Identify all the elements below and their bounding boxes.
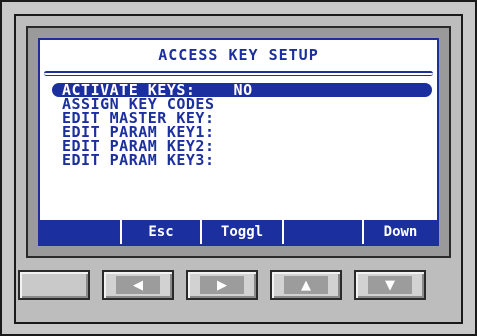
title-divider xyxy=(44,71,433,76)
left-arrow-button[interactable]: ◀ xyxy=(102,270,174,300)
hardware-blank-button[interactable] xyxy=(18,270,90,300)
lcd-frame: ACCESS KEY SETUP ACTIVATE KEYS: NO ASSIG… xyxy=(26,26,451,258)
lcd-screen: ACCESS KEY SETUP ACTIVATE KEYS: NO ASSIG… xyxy=(38,38,439,246)
softkey-esc[interactable]: Esc xyxy=(120,220,200,244)
arrow-left-icon: ◀ xyxy=(133,277,143,293)
arrow-up-icon: ▲ xyxy=(301,277,311,293)
right-arrow-button[interactable]: ▶ xyxy=(186,270,258,300)
arrow-down-icon: ▼ xyxy=(385,277,395,293)
softkey-down[interactable]: Down xyxy=(362,220,437,244)
softkey-bar: Esc Toggl Down xyxy=(40,220,437,244)
menu-item-edit-param-key3[interactable]: EDIT PARAM KEY3: xyxy=(52,153,432,168)
arrow-right-icon: ▶ xyxy=(217,277,227,293)
hardware-button-row: ◀ ▶ ▲ ▼ xyxy=(14,264,435,306)
screen-title: ACCESS KEY SETUP xyxy=(158,46,319,64)
menu-list: ACTIVATE KEYS: NO ASSIGN KEY CODES EDIT … xyxy=(52,83,432,168)
up-arrow-button[interactable]: ▲ xyxy=(270,270,342,300)
softkey-f4[interactable] xyxy=(282,220,362,244)
down-arrow-button[interactable]: ▼ xyxy=(354,270,426,300)
softkey-toggle[interactable]: Toggl xyxy=(200,220,282,244)
softkey-f1[interactable] xyxy=(40,220,120,244)
